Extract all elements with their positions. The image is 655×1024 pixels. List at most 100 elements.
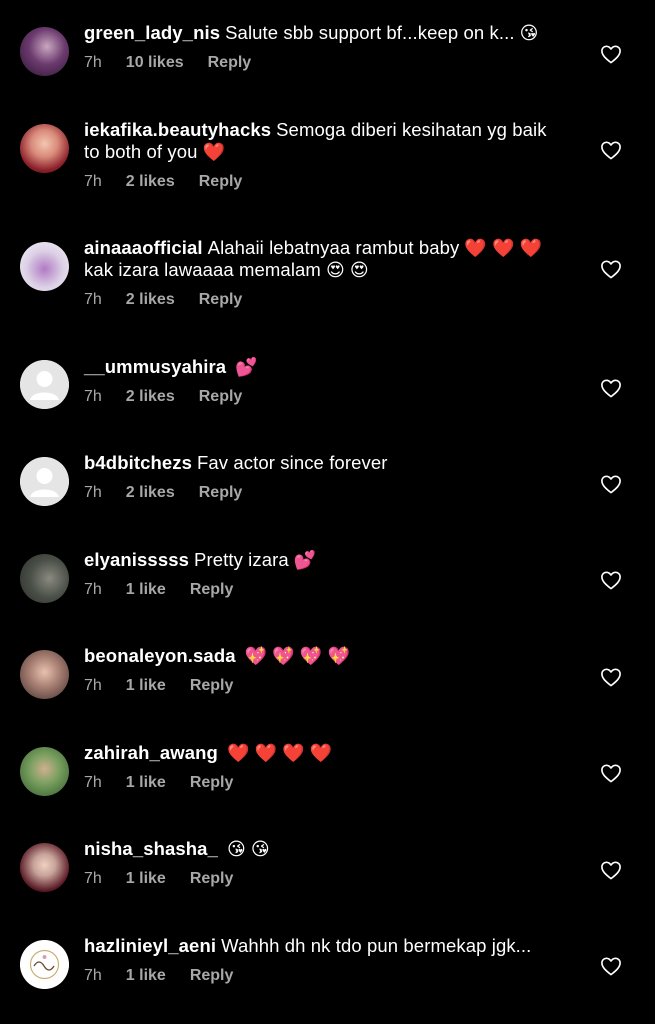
comment-body: ainaaaofficial Alahaii lebatnyaa rambut b…	[84, 237, 554, 309]
comment-meta: 7h 1 like Reply	[84, 967, 563, 985]
comment-likes[interactable]: 1 like	[126, 870, 166, 887]
comment-meta: 7h 2 likes Reply	[84, 388, 563, 406]
comment-emoji: 💕	[235, 357, 258, 377]
comment-likes[interactable]: 10 likes	[126, 54, 184, 71]
comment-body: elyanisssss Pretty izara 💕 7h 1 like Reply	[84, 549, 563, 599]
like-heart-icon[interactable]	[600, 44, 622, 64]
reply-button[interactable]: Reply	[199, 388, 243, 405]
comment-username[interactable]: green_lady_nis	[84, 22, 220, 43]
reply-button[interactable]: Reply	[190, 774, 234, 791]
avatar[interactable]	[20, 124, 69, 173]
reply-button[interactable]: Reply	[190, 967, 234, 984]
comment-message: Wahhh dh nk tdo pun bermekap jgk...	[221, 935, 532, 956]
comment-username[interactable]: beonaleyon.sada	[84, 645, 236, 666]
comment-username[interactable]: b4dbitchezs	[84, 452, 192, 473]
comment-username[interactable]: nisha_shasha_	[84, 838, 218, 859]
reply-button[interactable]: Reply	[199, 291, 243, 308]
like-heart-icon[interactable]	[600, 570, 622, 590]
comment-message: Salute sbb support bf...keep on k...	[225, 22, 515, 43]
comment-body: iekafika.beautyhacks Semoga diberi kesiha…	[84, 119, 554, 191]
reply-button[interactable]: Reply	[190, 870, 234, 887]
comment-body: beonaleyon.sada 💖 💖 💖 💖 7h 1 like Reply	[84, 645, 563, 695]
comment-emoji: ❤️ ❤️ ❤️	[464, 238, 543, 258]
comment-text: ainaaaofficial Alahaii lebatnyaa rambut b…	[84, 237, 554, 281]
reply-button[interactable]: Reply	[208, 54, 252, 71]
comment-likes[interactable]: 2 likes	[126, 484, 175, 501]
comment-time: 7h	[84, 774, 102, 791]
comment-meta: 7h 2 likes Reply	[84, 291, 554, 309]
comment-message: kak izara lawaaaa memalam	[84, 259, 321, 280]
comment-message: Pretty izara	[194, 549, 289, 570]
comment-likes[interactable]: 1 like	[126, 774, 166, 791]
comment-time: 7h	[84, 291, 102, 308]
reply-button[interactable]: Reply	[199, 484, 243, 501]
comment-likes[interactable]: 2 likes	[126, 291, 175, 308]
comment-username[interactable]: elyanisssss	[84, 549, 189, 570]
comment-likes[interactable]: 2 likes	[126, 388, 175, 405]
avatar[interactable]	[20, 747, 69, 796]
like-heart-icon[interactable]	[600, 667, 622, 687]
comment-body: green_lady_nis Salute sbb support bf...ke…	[84, 22, 563, 72]
like-heart-icon[interactable]	[600, 860, 622, 880]
comment-meta: 7h 1 like Reply	[84, 677, 563, 695]
comment-text: beonaleyon.sada 💖 💖 💖 💖	[84, 645, 563, 667]
like-heart-icon[interactable]	[600, 140, 622, 160]
comment-meta: 7h 10 likes Reply	[84, 54, 563, 72]
comment-text: __ummusyahira 💕	[84, 356, 563, 378]
comment-likes[interactable]: 1 like	[126, 581, 166, 598]
comment-likes[interactable]: 2 likes	[126, 173, 175, 190]
comment-time: 7h	[84, 967, 102, 984]
comment-text: elyanisssss Pretty izara 💕	[84, 549, 563, 571]
comment-body: zahirah_awang ❤️ ❤️ ❤️ ❤️ 7h 1 like Reply	[84, 742, 563, 792]
comment-username[interactable]: ainaaaofficial	[84, 237, 203, 258]
comment-meta: 7h 1 like Reply	[84, 774, 563, 792]
comment-text: iekafika.beautyhacks Semoga diberi kesiha…	[84, 119, 554, 163]
comment-emoji: 😘 😘	[226, 839, 270, 859]
comment-text: nisha_shasha_ 😘 😘	[84, 838, 563, 860]
comment-username[interactable]: hazlinieyl_aeni	[84, 935, 216, 956]
comment-time: 7h	[84, 677, 102, 694]
reply-button[interactable]: Reply	[199, 173, 243, 190]
comment-emoji: 💖 💖 💖 💖	[244, 646, 350, 666]
comment-meta: 7h 2 likes Reply	[84, 173, 554, 191]
comment-time: 7h	[84, 581, 102, 598]
comment-time: 7h	[84, 484, 102, 501]
comment-text: green_lady_nis Salute sbb support bf...ke…	[84, 22, 563, 44]
comment-body: __ummusyahira 💕 7h 2 likes Reply	[84, 356, 563, 406]
like-heart-icon[interactable]	[600, 378, 622, 398]
like-heart-icon[interactable]	[600, 259, 622, 279]
comment-emoji: ❤️	[202, 142, 226, 162]
comment-time: 7h	[84, 870, 102, 887]
comment-likes[interactable]: 1 like	[126, 677, 166, 694]
avatar[interactable]	[20, 360, 69, 409]
comment-body: b4dbitchezs Fav actor since forever 7h 2 li…	[84, 452, 563, 502]
avatar[interactable]	[20, 554, 69, 603]
avatar[interactable]	[20, 457, 69, 506]
reply-button[interactable]: Reply	[190, 581, 234, 598]
avatar[interactable]	[20, 843, 69, 892]
avatar[interactable]	[20, 940, 69, 989]
like-heart-icon[interactable]	[600, 956, 622, 976]
comment-time: 7h	[84, 54, 102, 71]
like-heart-icon[interactable]	[600, 474, 622, 494]
comment-username[interactable]: __ummusyahira	[84, 356, 226, 377]
comment-message: Fav actor since forever	[197, 452, 388, 473]
comment-emoji: ❤️ ❤️ ❤️ ❤️	[226, 743, 333, 763]
comment-username[interactable]: zahirah_awang	[84, 742, 218, 763]
comment-emoji: 😍 😍	[325, 260, 369, 280]
comment-meta: 7h 1 like Reply	[84, 581, 563, 599]
comment-username[interactable]: iekafika.beautyhacks	[84, 119, 271, 140]
comment-text: b4dbitchezs Fav actor since forever	[84, 452, 563, 474]
comment-time: 7h	[84, 173, 102, 190]
reply-button[interactable]: Reply	[190, 677, 234, 694]
comment-likes[interactable]: 1 like	[126, 967, 166, 984]
avatar[interactable]	[20, 242, 69, 291]
comment-meta: 7h 2 likes Reply	[84, 484, 563, 502]
comment-message: Alahaii lebatnyaa rambut baby	[207, 237, 460, 258]
avatar[interactable]	[20, 650, 69, 699]
like-heart-icon[interactable]	[600, 763, 622, 783]
avatar[interactable]	[20, 27, 69, 76]
comment-time: 7h	[84, 388, 102, 405]
comment-text: hazlinieyl_aeni Wahhh dh nk tdo pun berme…	[84, 935, 563, 957]
comment-emoji: 😘	[519, 23, 539, 43]
